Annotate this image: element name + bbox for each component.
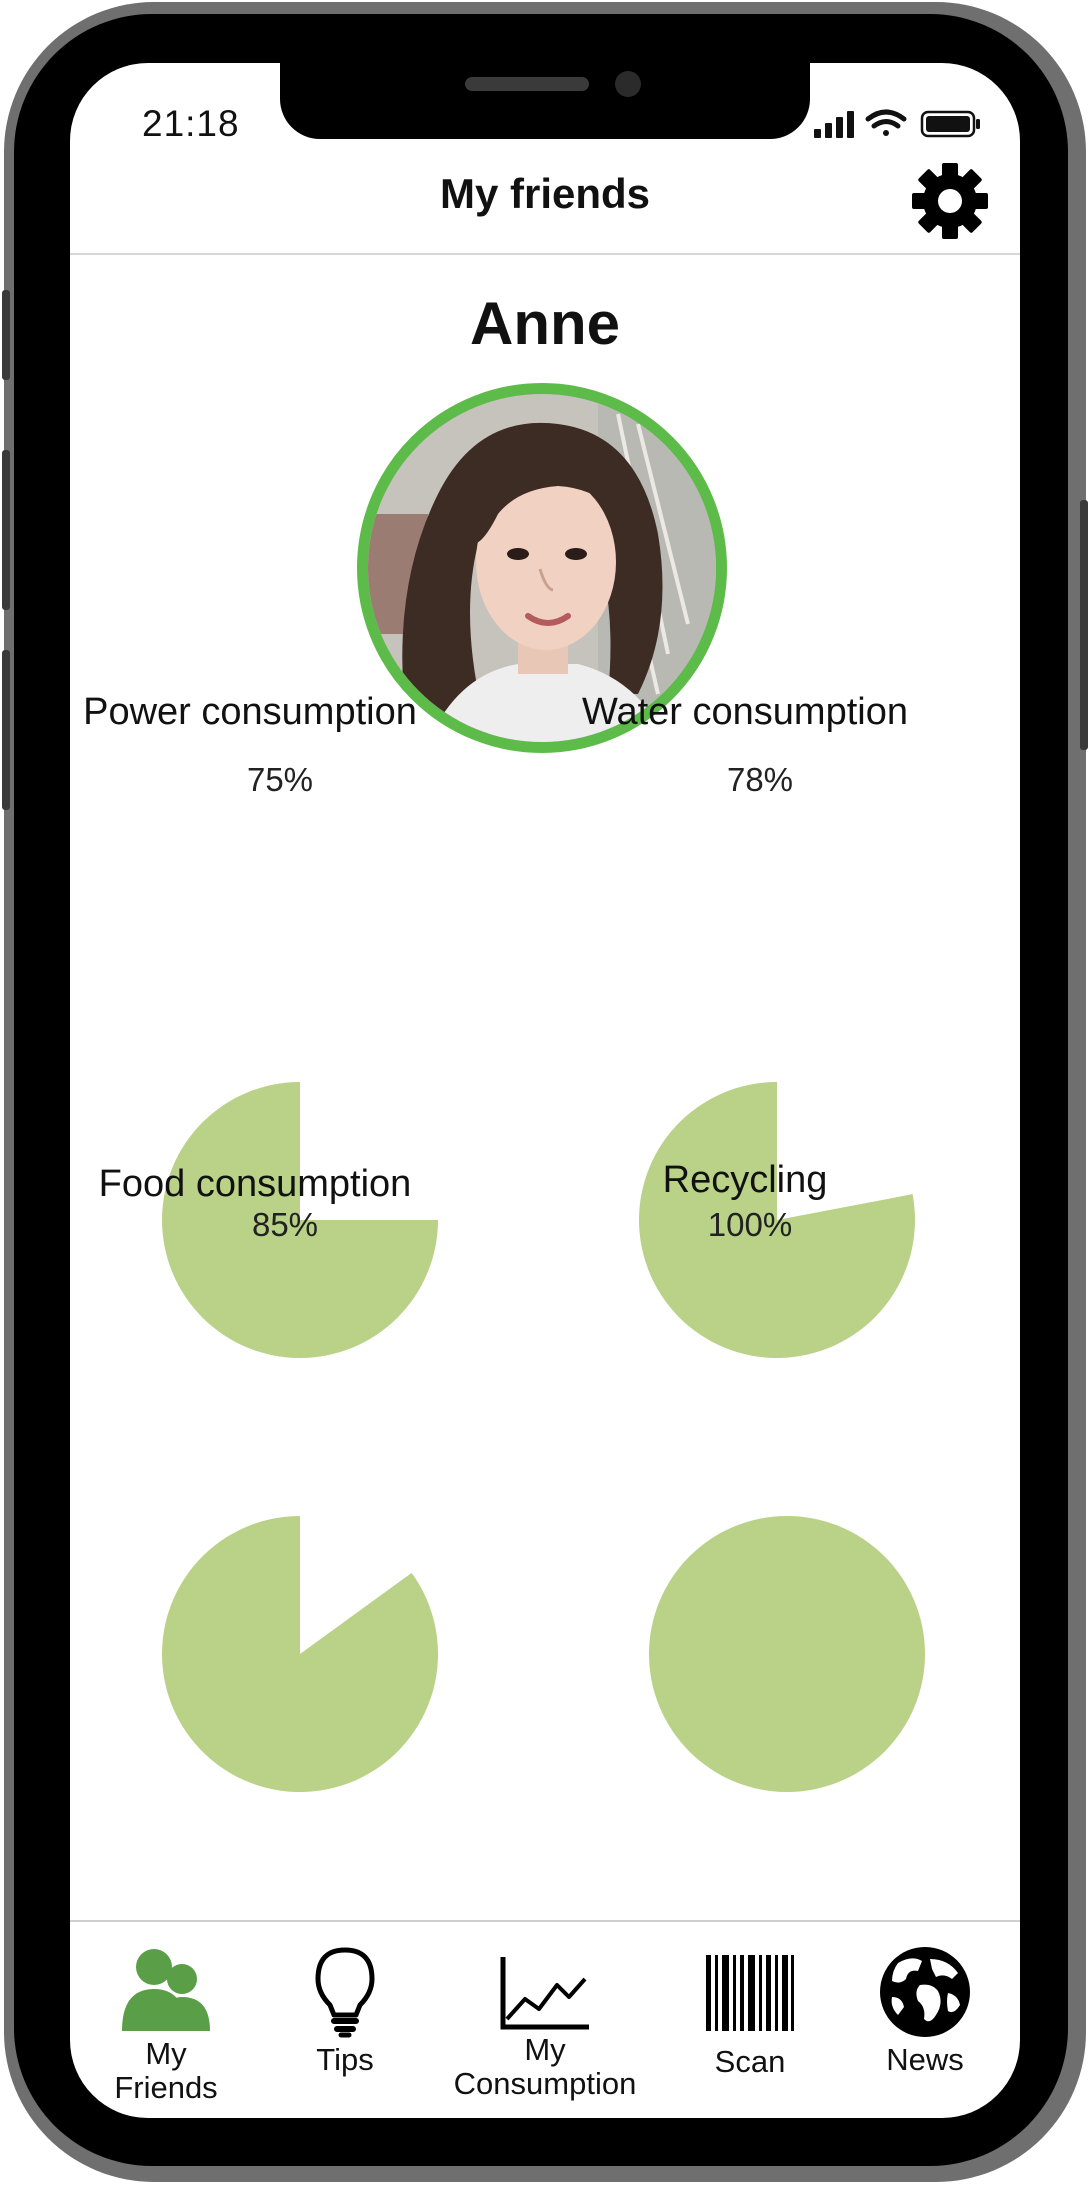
friend-name: Anne bbox=[470, 290, 620, 357]
header-divider bbox=[70, 253, 1020, 255]
tab-label-my-friends: My Friends bbox=[114, 2036, 218, 2105]
tab-label-tips: Tips bbox=[316, 2042, 374, 2077]
tab-label-my-consumption-line1: My bbox=[524, 2032, 566, 2067]
pie-slice-recycling bbox=[649, 1516, 925, 1792]
pie-chart-food bbox=[161, 1516, 438, 1792]
stat-percent-food: 85% bbox=[251, 1206, 319, 1243]
gear-icon[interactable] bbox=[910, 161, 990, 241]
avatar-photo bbox=[368, 394, 716, 742]
stat-percent-water: 78% bbox=[726, 761, 794, 798]
notch bbox=[280, 63, 810, 139]
side-button bbox=[1080, 500, 1088, 750]
tab-news[interactable]: News bbox=[860, 1945, 990, 2105]
page-title: My friends bbox=[439, 170, 651, 217]
stat-label-recycling: Recycling bbox=[662, 1159, 828, 1201]
line-chart-icon bbox=[500, 1957, 589, 2030]
stat-label-water: Water consumption bbox=[582, 691, 908, 733]
stat-label-food: Food consumption bbox=[98, 1163, 412, 1205]
status-time: 21:18 bbox=[142, 103, 240, 144]
friends-icon bbox=[122, 1949, 210, 2031]
lightbulb-icon bbox=[315, 1947, 375, 2038]
signal-icon bbox=[814, 111, 854, 138]
tab-tips[interactable]: Tips bbox=[290, 1945, 400, 2105]
stat-percent-recycling: 100% bbox=[707, 1206, 793, 1243]
tab-my-consumption[interactable]: My Consumption bbox=[450, 1955, 640, 2115]
speaker bbox=[465, 77, 589, 91]
side-button bbox=[2, 650, 10, 810]
status-icons bbox=[814, 109, 980, 138]
stat-percent-power: 75% bbox=[246, 761, 314, 798]
battery-icon bbox=[920, 110, 980, 138]
front-camera bbox=[615, 71, 641, 97]
tab-my-friends[interactable]: My Friends bbox=[90, 1945, 242, 2105]
stat-label-power: Power consumption bbox=[83, 691, 417, 733]
tab-scan[interactable]: Scan bbox=[690, 1953, 810, 2113]
app-screen: 21:18 My friends Anne Power consumption … bbox=[70, 63, 1020, 2118]
tab-bar-divider bbox=[70, 1920, 1020, 1922]
wifi-icon bbox=[865, 109, 907, 136]
globe-icon bbox=[880, 1947, 970, 2037]
barcode-icon bbox=[706, 1955, 794, 2031]
tab-label-news: News bbox=[886, 2042, 964, 2077]
pie-slice-food bbox=[161, 1516, 438, 1792]
side-button bbox=[2, 290, 10, 380]
tab-label-scan: Scan bbox=[714, 2044, 786, 2079]
tab-label-my-consumption-line2: Consumption bbox=[453, 2066, 637, 2101]
pie-chart-recycling bbox=[649, 1516, 925, 1792]
side-button bbox=[2, 450, 10, 610]
